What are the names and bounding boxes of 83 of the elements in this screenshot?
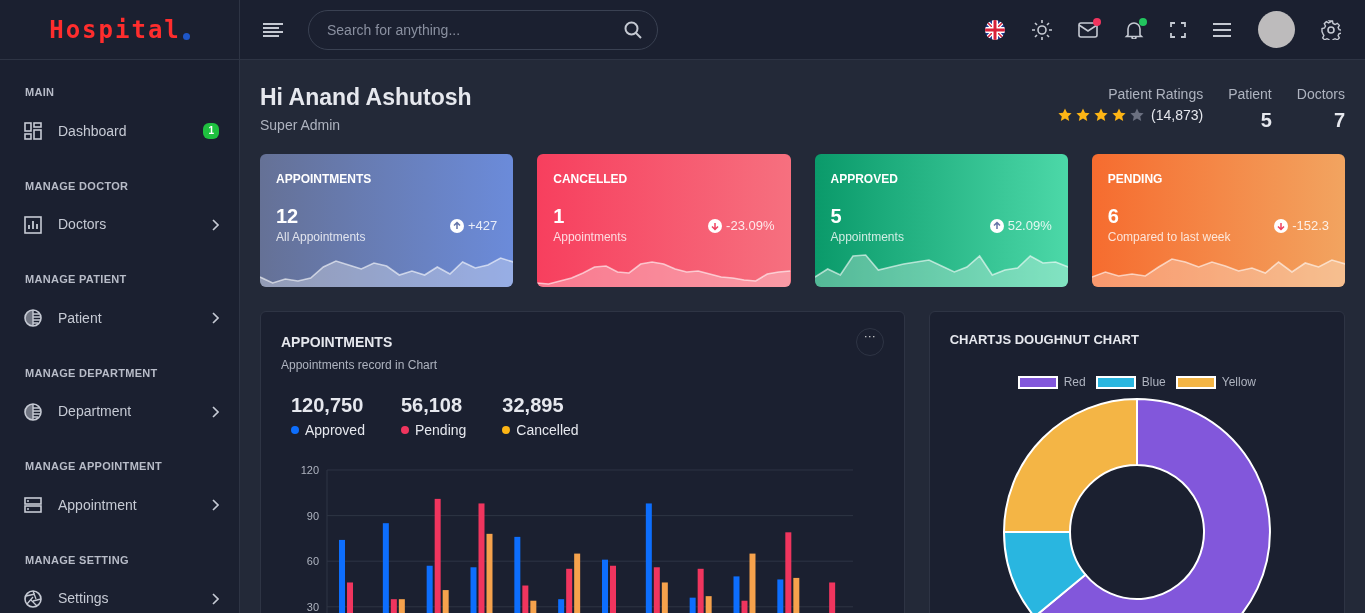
- card-title: CANCELLED: [553, 170, 629, 188]
- axis-tick-label: 60: [306, 554, 319, 567]
- bell-icon[interactable]: [1124, 20, 1144, 39]
- counter-label: Doctors: [1296, 85, 1345, 104]
- star-icon: [1094, 108, 1109, 123]
- sidebar-item[interactable]: Doctors: [0, 202, 239, 247]
- notification-dot: [1093, 17, 1101, 26]
- legend-label: Approved: [305, 420, 365, 440]
- greeting-title: Hi Anand Ashutosh: [260, 83, 472, 112]
- menu-icon[interactable]: [262, 21, 284, 38]
- user-role: Super Admin: [260, 115, 342, 135]
- card-value: 6: [1107, 203, 1120, 228]
- avatar[interactable]: [1258, 11, 1295, 48]
- card-value: 1: [553, 203, 566, 228]
- bar: [829, 581, 836, 613]
- axis-tick-label: 90: [306, 509, 319, 522]
- change-value: -23.09%: [726, 217, 775, 235]
- sidebar-section-title: MANAGE DOCTOR: [24, 178, 130, 194]
- logo-text: Hospital: [49, 14, 181, 46]
- search-field[interactable]: Search for anything...: [308, 9, 658, 50]
- total-value: 56,108: [400, 392, 464, 418]
- settings-icon[interactable]: [1321, 19, 1341, 40]
- sidebar-item[interactable]: Patient: [0, 295, 239, 341]
- bar: [347, 581, 353, 613]
- legend-label: Cancelled: [516, 420, 579, 440]
- total-value: 32,895: [502, 392, 565, 418]
- counter-value: 7: [1332, 108, 1345, 133]
- card-title: PENDING: [1107, 170, 1164, 188]
- change-value: 52.09%: [1007, 217, 1052, 235]
- list-icon[interactable]: [1212, 21, 1232, 38]
- panel-subtitle: Appointments record in Chart: [281, 356, 439, 374]
- star-icon: [1130, 108, 1145, 123]
- card-caption: Compared to last week: [1107, 228, 1231, 246]
- card-title: APPROVED: [830, 170, 899, 188]
- mail-icon[interactable]: [1078, 20, 1098, 39]
- star-icon: [1076, 108, 1091, 123]
- panel-title: CHARTJS DOUGHNUT CHART: [949, 330, 1140, 349]
- legend-label: Pending: [414, 420, 467, 440]
- star-icon: [1058, 108, 1073, 123]
- sidebar-item[interactable]: Dashboard 1: [0, 108, 239, 154]
- star-icon: [1112, 108, 1127, 123]
- ratings-label: Patient Ratings: [1107, 85, 1204, 104]
- logo-dot: [182, 33, 190, 40]
- half-circle-icon: [24, 309, 42, 327]
- sidebar-section-title: MAIN: [24, 85, 56, 100]
- card-caption: All Appointments: [276, 228, 366, 246]
- bar: [602, 559, 608, 613]
- card-caption: Appointments: [553, 228, 627, 246]
- axis-tick-label: 120: [300, 463, 319, 476]
- fullscreen-icon[interactable]: [1170, 21, 1186, 38]
- counter-label: Patient: [1228, 85, 1272, 104]
- sidebar-item[interactable]: Appointment: [0, 482, 239, 528]
- card-value: 12: [276, 203, 300, 228]
- ratings-count: (14,873): [1151, 106, 1204, 125]
- server-icon: [24, 496, 42, 514]
- bar-chart-icon: [24, 215, 42, 234]
- change-value: -152.3: [1292, 217, 1329, 235]
- half-circle-icon: [24, 402, 42, 421]
- sidebar-section-title: MANAGE APPOINTMENT: [24, 459, 163, 474]
- sidebar-item[interactable]: Department: [0, 389, 239, 434]
- flag-icon[interactable]: [984, 18, 1006, 41]
- legend-label: Blue: [1141, 374, 1166, 391]
- sidebar-section-title: MANAGE PATIENT: [24, 272, 128, 287]
- card-title: APPOINTMENTS: [276, 170, 373, 188]
- sidebar-section-title: MANAGE DEPARTMENT: [24, 365, 159, 381]
- change-value: +427: [467, 217, 498, 235]
- dashboard-grid-icon: [24, 122, 42, 140]
- sun-icon[interactable]: [1032, 19, 1052, 40]
- card-value: 5: [830, 203, 843, 228]
- sidebar-item[interactable]: Settings: [0, 576, 239, 613]
- axis-tick-label: 30: [306, 600, 319, 613]
- card-caption: Appointments: [830, 228, 904, 246]
- counter-value: 5: [1259, 108, 1272, 133]
- sidebar-section-title: MANAGE SETTING: [24, 552, 130, 568]
- notification-dot: [1139, 17, 1147, 26]
- bar: [610, 565, 616, 613]
- count-badge: 1: [203, 123, 219, 139]
- aperture-icon: [24, 589, 42, 608]
- legend-label: Red: [1063, 374, 1086, 391]
- total-value: 120,750: [291, 392, 365, 418]
- legend-label: Yellow: [1221, 374, 1256, 391]
- search-icon[interactable]: [624, 20, 642, 39]
- panel-title: APPOINTMENTS: [281, 332, 393, 352]
